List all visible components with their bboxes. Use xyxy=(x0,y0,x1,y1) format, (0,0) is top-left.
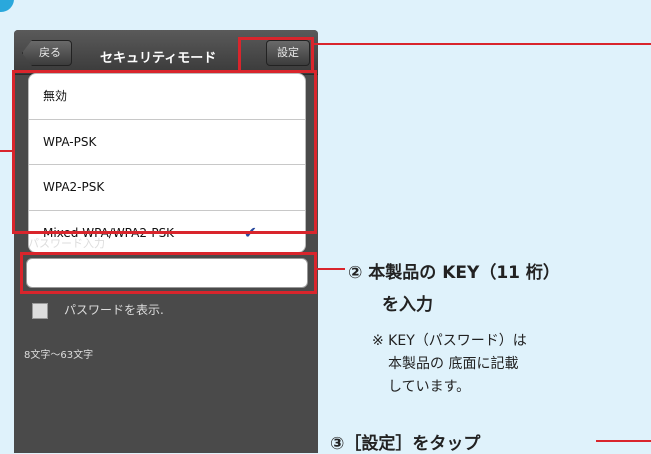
step2-title: ② 本製品の KEY（11 桁） xyxy=(348,263,560,283)
leader-line-left xyxy=(0,150,12,152)
leader-line-top xyxy=(314,43,651,45)
step-marker xyxy=(0,0,14,12)
highlight-settings xyxy=(238,37,314,73)
note-line: ※ KEY（パスワード）は xyxy=(372,333,527,349)
show-password-checkbox[interactable] xyxy=(32,303,48,319)
step2-title-cont: を入力 xyxy=(382,295,433,315)
note-line: しています。 xyxy=(388,379,471,395)
page-title: セキュリティモード xyxy=(100,51,217,66)
leader-line-step3 xyxy=(596,440,651,442)
step3-title: ③［設定］をタップ xyxy=(330,434,481,454)
password-length-note: 8文字〜63文字 xyxy=(24,350,94,361)
show-password-label: パスワードを表示. xyxy=(64,303,164,317)
back-button[interactable]: 戻る xyxy=(22,40,72,66)
leader-line-password xyxy=(317,268,345,270)
key-note: ※ KEY（パスワード）は 本製品の 底面に記載 しています。 xyxy=(372,330,527,399)
password-label: パスワード入力 xyxy=(28,237,105,250)
highlight-option-list xyxy=(12,70,317,234)
note-line: 本製品の 底面に記載 xyxy=(388,356,519,372)
highlight-password-input xyxy=(20,252,317,294)
